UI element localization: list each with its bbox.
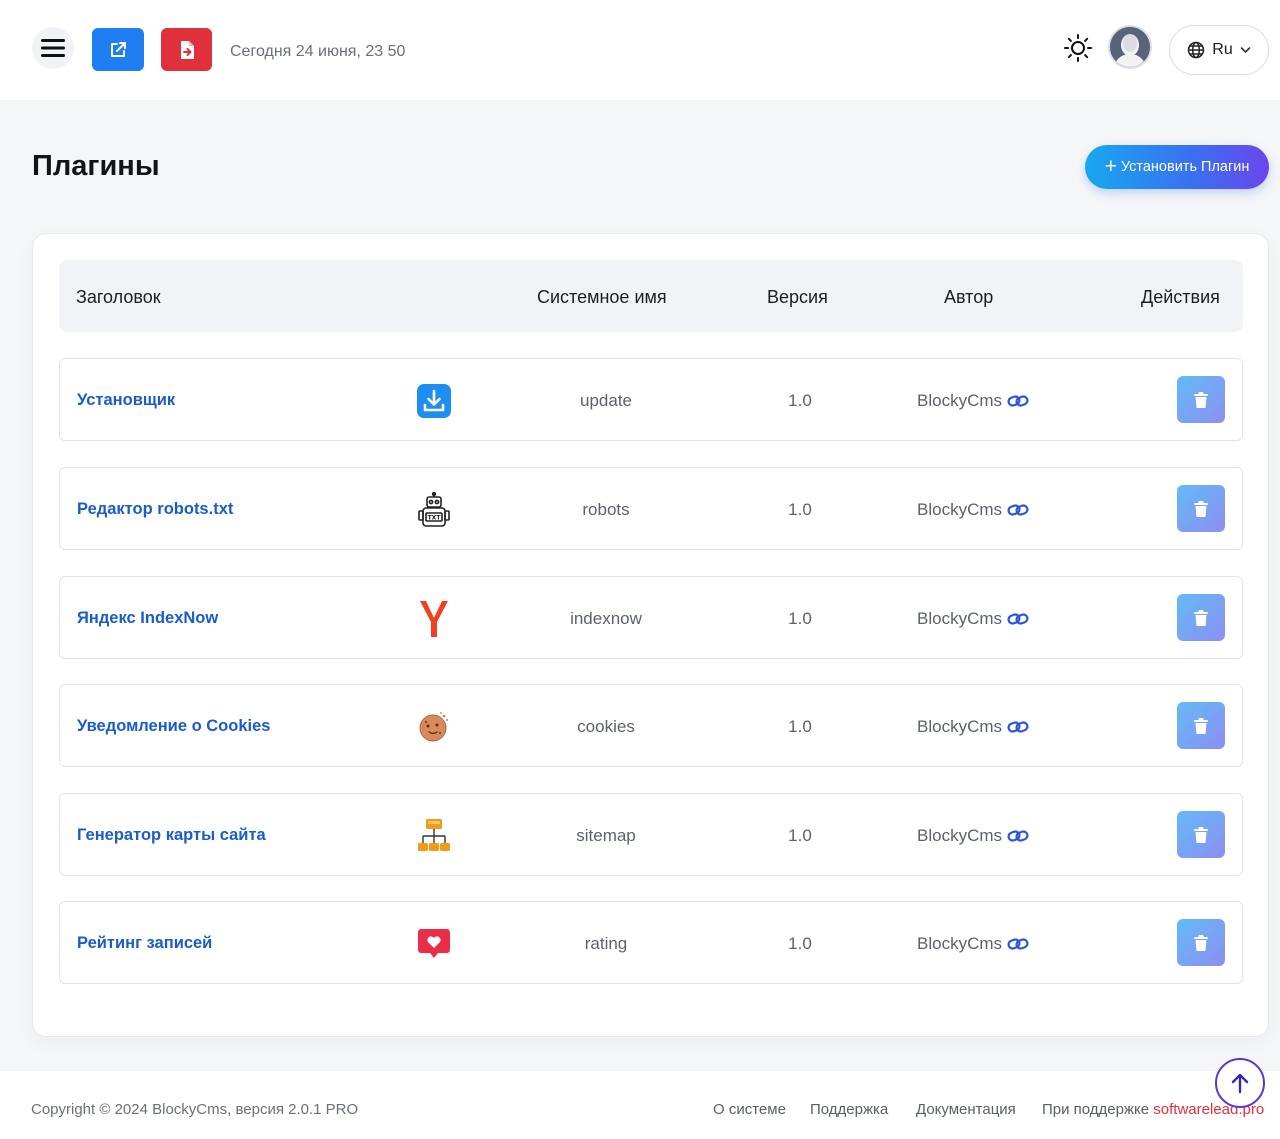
plugin-system-name: sitemap bbox=[576, 826, 636, 845]
delete-button[interactable] bbox=[1177, 702, 1225, 749]
plugin-author[interactable]: BlockyCms bbox=[917, 717, 1029, 737]
svg-text:TXT: TXT bbox=[428, 515, 442, 522]
user-avatar-icon bbox=[1110, 27, 1150, 67]
theme-toggle[interactable] bbox=[1060, 30, 1096, 66]
sun-icon bbox=[1064, 34, 1092, 62]
table-header: Заголовок Системное имя Версия Автор Дей… bbox=[59, 260, 1243, 332]
link-icon bbox=[1007, 613, 1029, 625]
column-actions: Действия bbox=[1141, 287, 1220, 307]
copyright-text: Copyright © 2024 BlockyCms, версия 2.0.1… bbox=[31, 1101, 359, 1118]
chevron-down-icon bbox=[1240, 47, 1251, 54]
robot-icon: TXT bbox=[415, 492, 453, 528]
plugin-author-name: BlockyCms bbox=[917, 391, 1003, 410]
arrow-up-icon bbox=[1231, 1073, 1249, 1094]
link-icon bbox=[1007, 504, 1029, 516]
install-plugin-label: Установить Плагин bbox=[1120, 159, 1250, 175]
column-title[interactable]: Заголовок bbox=[76, 287, 161, 308]
plugin-author[interactable]: BlockyCms bbox=[917, 826, 1029, 846]
footer-link-about[interactable]: О системе bbox=[713, 1101, 786, 1118]
link-icon bbox=[1007, 721, 1029, 733]
plugin-author-name: BlockyCms bbox=[917, 826, 1003, 845]
trash-icon bbox=[1194, 934, 1208, 951]
file-export-icon bbox=[180, 40, 194, 59]
trash-icon bbox=[1194, 609, 1208, 626]
plugin-version: 1.0 bbox=[788, 609, 812, 628]
trash-icon bbox=[1194, 717, 1208, 734]
delete-button[interactable] bbox=[1177, 485, 1225, 532]
cookie-icon bbox=[415, 709, 453, 745]
plugin-author-name: BlockyCms bbox=[917, 717, 1003, 736]
delete-button[interactable] bbox=[1177, 811, 1225, 858]
table-row: Рейтинг записей rating 1.0 BlockyCms bbox=[59, 901, 1243, 984]
plugin-system-name: indexnow bbox=[570, 609, 642, 628]
link-icon bbox=[1007, 938, 1029, 950]
logout-button[interactable] bbox=[161, 28, 212, 71]
plugin-title-link[interactable]: Установщик bbox=[77, 391, 175, 410]
install-plugin-button[interactable]: + Установить Плагин bbox=[1085, 145, 1269, 189]
table-row: Уведомление о Cookies cookies 1.0 Blocky… bbox=[59, 684, 1243, 767]
table-row: Установщик update 1.0 BlockyCms bbox=[59, 358, 1243, 441]
menu-button[interactable] bbox=[32, 27, 74, 69]
plugin-author[interactable]: BlockyCms bbox=[917, 934, 1029, 954]
external-link-icon bbox=[111, 41, 126, 57]
column-author[interactable]: Автор bbox=[944, 287, 993, 308]
plugin-author-name: BlockyCms bbox=[917, 500, 1003, 519]
footer: Copyright © 2024 BlockyCms, версия 2.0.1… bbox=[0, 1071, 1280, 1139]
table-row: Редактор robots.txt TXT robots 1.0 Block… bbox=[59, 467, 1243, 550]
plugin-title-link[interactable]: Рейтинг записей bbox=[77, 934, 212, 953]
avatar[interactable] bbox=[1108, 25, 1152, 69]
plugin-title-link[interactable]: Уведомление о Cookies bbox=[77, 717, 270, 736]
language-select[interactable]: Ru bbox=[1169, 25, 1269, 75]
trash-icon bbox=[1194, 500, 1208, 517]
link-icon bbox=[1007, 830, 1029, 842]
globe-icon bbox=[1188, 41, 1205, 59]
plugin-system-name: update bbox=[580, 391, 632, 410]
hamburger-icon bbox=[41, 39, 65, 57]
yandex-icon bbox=[415, 601, 453, 637]
delete-button[interactable] bbox=[1177, 376, 1225, 423]
page-title: Плагины bbox=[32, 150, 160, 182]
delete-button[interactable] bbox=[1177, 594, 1225, 641]
plugin-title-link[interactable]: Редактор robots.txt bbox=[77, 500, 233, 519]
footer-link-docs[interactable]: Документация bbox=[916, 1101, 1016, 1118]
plugin-title-link[interactable]: Яндекс IndexNow bbox=[77, 609, 218, 628]
plugins-card: Заголовок Системное имя Версия Автор Дей… bbox=[32, 233, 1269, 1037]
plugin-title-link[interactable]: Генератор карты сайта bbox=[77, 826, 266, 845]
open-site-button[interactable] bbox=[92, 28, 144, 71]
column-system-name[interactable]: Системное имя bbox=[537, 287, 667, 308]
plugin-version: 1.0 bbox=[788, 391, 812, 410]
plugin-version: 1.0 bbox=[788, 717, 812, 736]
plugin-system-name: cookies bbox=[577, 717, 635, 736]
plugin-system-name: rating bbox=[584, 934, 628, 953]
support-prefix: При поддержке bbox=[1042, 1101, 1150, 1118]
plugin-system-name: robots bbox=[582, 500, 630, 519]
current-datetime: Сегодня 24 июня, 23 50 bbox=[230, 43, 406, 60]
column-version[interactable]: Версия bbox=[767, 287, 828, 308]
plugin-author-name: BlockyCms bbox=[917, 934, 1003, 953]
plugin-author[interactable]: BlockyCms bbox=[917, 391, 1029, 411]
plugin-author-name: BlockyCms bbox=[917, 609, 1003, 628]
trash-icon bbox=[1194, 826, 1208, 843]
trash-icon bbox=[1194, 391, 1208, 408]
plugin-author[interactable]: BlockyCms bbox=[917, 500, 1029, 520]
language-label: Ru bbox=[1212, 41, 1233, 58]
plugin-version: 1.0 bbox=[788, 500, 812, 519]
download-icon bbox=[415, 383, 453, 419]
scroll-to-top-button[interactable] bbox=[1215, 1058, 1265, 1108]
table-row: Яндекс IndexNow indexnow 1.0 BlockyCms bbox=[59, 576, 1243, 659]
plugin-author[interactable]: BlockyCms bbox=[917, 609, 1029, 629]
delete-button[interactable] bbox=[1177, 919, 1225, 966]
footer-link-support[interactable]: Поддержка bbox=[810, 1101, 888, 1118]
top-bar: Сегодня 24 июня, 23 50 Ru bbox=[0, 0, 1280, 100]
plus-icon: + bbox=[1104, 154, 1117, 178]
link-icon bbox=[1007, 395, 1029, 407]
plugin-version: 1.0 bbox=[788, 826, 812, 845]
plugin-version: 1.0 bbox=[788, 934, 812, 953]
heart-icon bbox=[415, 926, 453, 962]
sitemap-icon bbox=[415, 818, 453, 854]
table-row: Генератор карты сайта sitemap 1.0 Blocky… bbox=[59, 793, 1243, 876]
